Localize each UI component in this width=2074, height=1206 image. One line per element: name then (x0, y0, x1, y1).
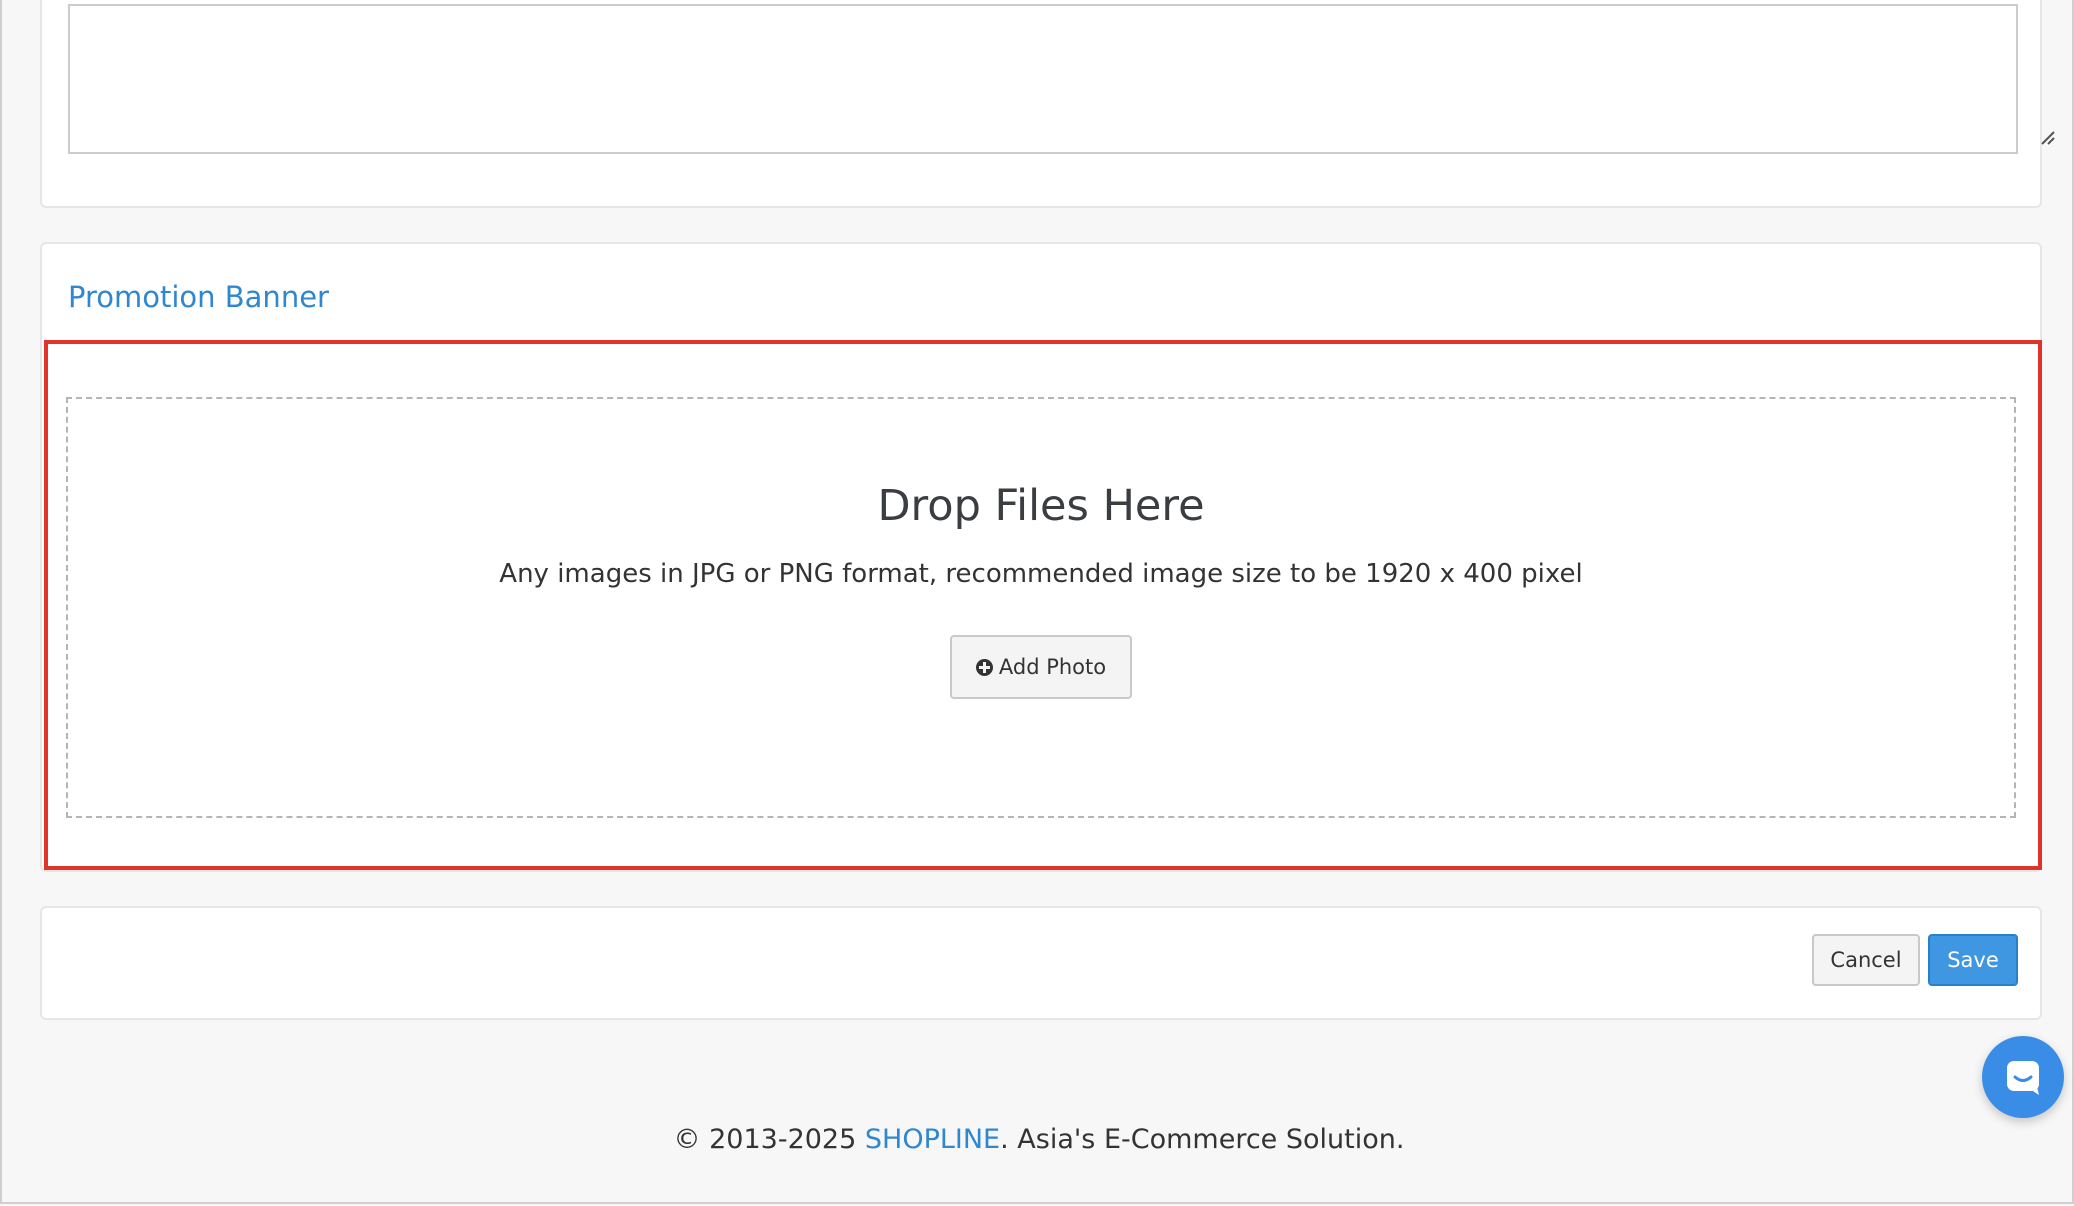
footer-tagline: . Asia's E-Commerce Solution. (1000, 1124, 1405, 1155)
drop-hint: Any images in JPG or PNG format, recomme… (499, 559, 1583, 589)
add-photo-button[interactable]: Add Photo (950, 635, 1132, 699)
footer-brand-link[interactable]: SHOPLINE (865, 1124, 1000, 1155)
add-photo-label: Add Photo (998, 655, 1107, 679)
description-panel (40, 0, 2055, 208)
actions-panel: Cancel Save (40, 906, 2042, 1020)
plus-circle-icon (975, 658, 993, 676)
chat-icon (2007, 1061, 2039, 1095)
save-button[interactable]: Save (1928, 934, 2018, 986)
resize-grip-icon[interactable] (2038, 128, 2056, 146)
footer-copyright: © 2013-2025 (673, 1124, 865, 1155)
cancel-button[interactable]: Cancel (1812, 934, 1920, 986)
drop-zone[interactable]: Drop Files Here Any images in JPG or PNG… (66, 397, 2016, 818)
chat-launcher-button[interactable] (1982, 1036, 2064, 1118)
section-title: Promotion Banner (68, 280, 329, 314)
drop-heading: Drop Files Here (877, 481, 1205, 531)
description-textarea[interactable] (68, 4, 2018, 154)
page-frame: Promotion Banner Drop Files Here Any ima… (0, 0, 2074, 1204)
footer: © 2013-2025 SHOPLINE. Asia's E-Commerce … (2, 1124, 2074, 1155)
